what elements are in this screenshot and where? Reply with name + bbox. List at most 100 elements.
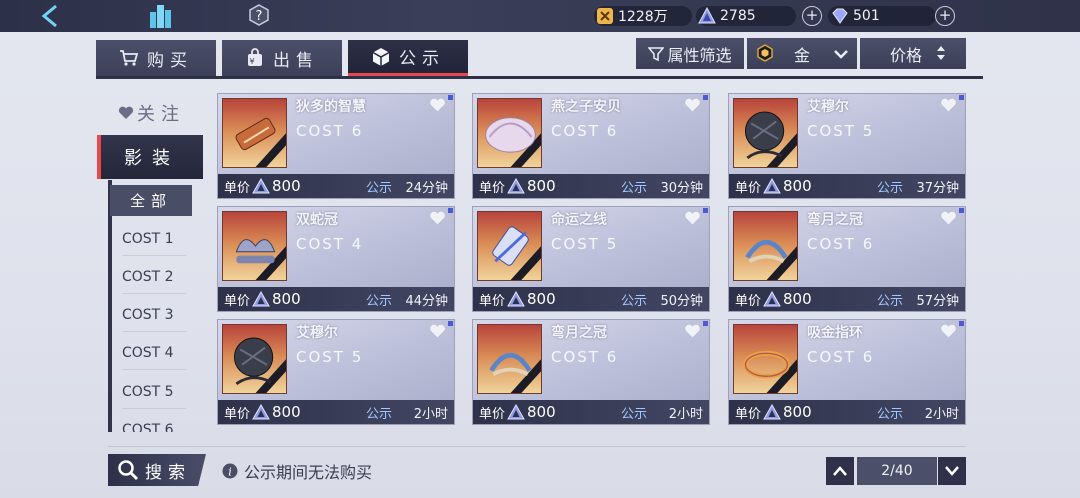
favorite-heart-icon[interactable]	[684, 97, 701, 113]
chevron-down-icon	[834, 50, 848, 59]
crystal-icon	[763, 404, 781, 420]
crystal-icon	[252, 291, 270, 307]
favorite-heart-icon[interactable]	[940, 97, 957, 113]
item-price: 800	[527, 290, 556, 308]
gems-value: 501	[853, 8, 880, 24]
add-crystals-button[interactable]: +	[802, 6, 822, 26]
item-name: 燕之子安贝	[551, 99, 621, 115]
page-indicator: 2/40	[857, 457, 937, 485]
attribute-filter-button[interactable]: 属性筛选	[636, 38, 744, 69]
favorite-heart-icon[interactable]	[429, 323, 446, 339]
ring-icon	[743, 350, 790, 379]
tab-publicity[interactable]: 公示	[348, 40, 468, 76]
spool-icon	[492, 226, 529, 266]
item-card[interactable]: 弯月之冠 COST 6 单价 800 公示 57分钟	[728, 206, 966, 312]
item-cost: COST 6	[551, 348, 619, 366]
publicity-status: 公示	[620, 406, 647, 422]
unit-price-label: 单价	[479, 293, 506, 309]
item-cost: COST 4	[296, 235, 364, 253]
search-button[interactable]: 搜索	[108, 454, 206, 486]
tab-sell[interactable]: ¥ 出售	[222, 40, 342, 76]
crown-icon	[235, 239, 276, 264]
item-card[interactable]: 双蛇冠 COST 4 单价 800 公示 44分钟	[217, 206, 455, 312]
filter-cost-5[interactable]: COST 5	[122, 379, 186, 409]
favorite-heart-icon[interactable]	[684, 323, 701, 339]
favorite-heart-icon[interactable]	[429, 210, 446, 226]
chevron-up-icon	[833, 466, 847, 476]
item-name: 弯月之冠	[807, 212, 863, 228]
follow-filter[interactable]: 关注	[118, 100, 185, 126]
publicity-status: 公示	[365, 180, 392, 196]
item-price: 800	[783, 403, 812, 421]
new-indicator-dot	[448, 95, 453, 100]
time-remaining: 2小时	[668, 406, 703, 422]
item-price: 800	[783, 290, 812, 308]
item-name: 狄多的智慧	[296, 99, 366, 115]
time-remaining: 50分钟	[660, 293, 703, 309]
publicity-status: 公示	[620, 180, 647, 196]
crystal-icon	[698, 7, 716, 24]
tab-buy-label: 购买	[147, 50, 193, 71]
item-card[interactable]: 吸金指环 COST 6 单价 800 公示 2小时	[728, 319, 966, 425]
moon-crown-icon	[489, 352, 532, 377]
item-price-bar: 单价 800 公示 2小时	[473, 400, 709, 424]
gems-display: 501	[831, 5, 880, 27]
help-icon[interactable]: ?	[248, 4, 270, 26]
new-indicator-dot	[703, 321, 708, 326]
gem-icon	[832, 8, 848, 24]
mace-icon	[744, 111, 785, 160]
price-sort-button[interactable]: 价格	[860, 38, 966, 69]
time-remaining: 30分钟	[660, 180, 703, 196]
category-shadow-gear[interactable]: 影装	[97, 135, 203, 179]
add-gems-button[interactable]: +	[935, 6, 955, 26]
publicity-status: 公示	[876, 293, 903, 309]
filter-all-label: 全部	[129, 192, 172, 210]
item-price: 800	[272, 290, 301, 308]
heart-icon	[118, 106, 134, 119]
item-card[interactable]: 弯月之冠 COST 6 单价 800 公示 2小时	[472, 319, 710, 425]
crystal-icon	[507, 404, 525, 420]
favorite-heart-icon[interactable]	[940, 323, 957, 339]
publicity-status: 公示	[620, 293, 647, 309]
favorite-heart-icon[interactable]	[429, 97, 446, 113]
item-card[interactable]: 燕之子安贝 COST 6 单价 800 公示 30分钟	[472, 93, 710, 199]
favorite-heart-icon[interactable]	[684, 210, 701, 226]
unit-price-label: 单价	[735, 293, 762, 309]
back-arrow-icon[interactable]	[36, 2, 64, 30]
quality-dropdown[interactable]: 金	[747, 38, 857, 69]
item-cost: COST 5	[296, 348, 364, 366]
mace-icon	[233, 337, 274, 386]
filter-all[interactable]: 全部	[110, 185, 192, 216]
filter-cost-3[interactable]: COST 3	[122, 302, 186, 332]
city-icon[interactable]	[146, 2, 174, 30]
item-cost: COST 6	[807, 348, 875, 366]
item-cost: COST 5	[807, 122, 875, 140]
page-next-button[interactable]	[938, 457, 966, 485]
page-prev-button[interactable]	[826, 457, 854, 485]
item-cost: COST 6	[551, 122, 619, 140]
filter-cost-2[interactable]: COST 2	[122, 264, 186, 294]
item-price-bar: 单价 800 公示 57分钟	[729, 287, 965, 311]
item-price-bar: 单价 800 公示 50分钟	[473, 287, 709, 311]
item-price: 800	[783, 177, 812, 195]
time-remaining: 44分钟	[405, 293, 448, 309]
filter-cost-1[interactable]: COST 1	[122, 226, 186, 256]
time-remaining: 2小时	[413, 406, 448, 422]
item-price: 800	[272, 403, 301, 421]
filter-cost-6[interactable]: COST 6	[122, 417, 186, 432]
item-card[interactable]: 艾穆尔 COST 5 单价 800 公示 37分钟	[728, 93, 966, 199]
item-card[interactable]: 狄多的智慧 COST 6 单价 800 公示 24分钟	[217, 93, 455, 199]
tab-buy[interactable]: 购买	[96, 40, 216, 76]
item-name: 命运之线	[551, 212, 607, 228]
time-remaining: 2小时	[924, 406, 959, 422]
item-card[interactable]: 艾穆尔 COST 5 单价 800 公示 2小时	[217, 319, 455, 425]
item-card[interactable]: 命运之线 COST 5 单价 800 公示 50分钟	[472, 206, 710, 312]
time-remaining: 57分钟	[916, 293, 959, 309]
top-bar: ? 1228万 2785 + 501 +	[0, 0, 1080, 32]
favorite-heart-icon[interactable]	[940, 210, 957, 226]
new-indicator-dot	[959, 321, 964, 326]
shell-icon	[485, 117, 536, 153]
filter-cost-4[interactable]: COST 4	[122, 340, 186, 370]
crystal-icon	[763, 178, 781, 194]
publicity-status: 公示	[365, 406, 392, 422]
